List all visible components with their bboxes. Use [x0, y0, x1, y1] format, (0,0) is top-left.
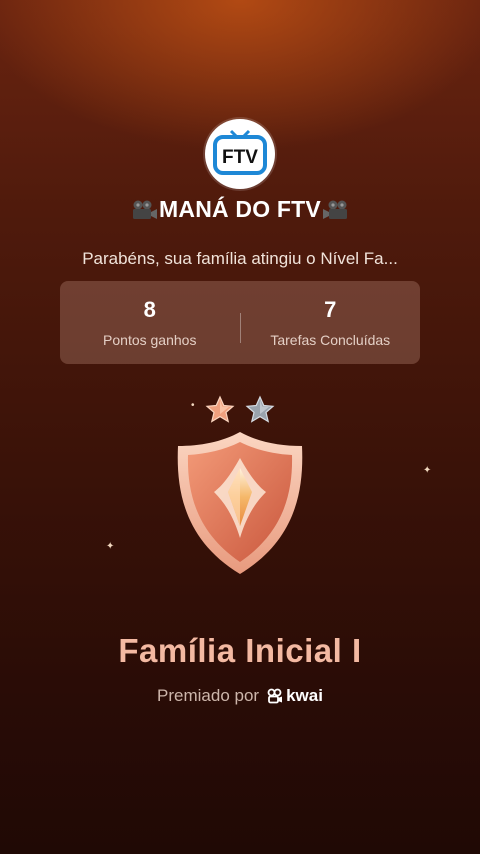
sparkle-decoration: ✦ — [106, 541, 115, 552]
points-stat: 8 Pontos ganhos — [60, 297, 240, 348]
awarded-by: Premiado por kwai — [0, 686, 480, 706]
stats-card: 8 Pontos ganhos 7 Tarefas Concluídas — [60, 281, 420, 364]
awarded-by-label: Premiado por — [157, 686, 260, 705]
silver-star-icon — [245, 395, 275, 423]
family-avatar[interactable]: FTV — [205, 119, 275, 189]
points-value: 8 — [143, 297, 156, 322]
tasks-stat: 7 Tarefas Concluídas — [241, 297, 421, 348]
level-name: Família Inicial I — [118, 632, 362, 669]
movie-camera-icon — [322, 199, 350, 227]
movie-camera-icon — [130, 199, 158, 227]
shield-badge-icon — [170, 428, 310, 583]
tv-logo-icon: FTV — [213, 129, 267, 175]
family-name: MANÁ DO FTV — [0, 196, 480, 227]
points-label: Pontos ganhos — [103, 332, 197, 348]
level-stars — [205, 395, 277, 430]
kwai-brand: kwai — [286, 686, 323, 705]
tasks-label: Tarefas Concluídas — [270, 332, 391, 348]
sparkle-decoration: ✦ — [423, 465, 432, 476]
sparkle-decoration: • — [191, 400, 195, 411]
bronze-star-icon — [205, 395, 235, 423]
congratulations-message: Parabéns, sua família atingiu o Nível Fa… — [82, 249, 398, 268]
kwai-logo-icon: kwai — [267, 686, 323, 706]
tasks-value: 7 — [324, 297, 337, 322]
svg-text:FTV: FTV — [222, 147, 258, 168]
